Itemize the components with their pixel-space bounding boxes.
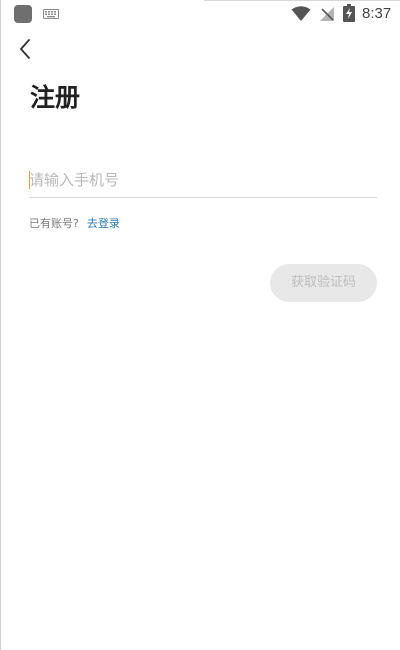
- get-verification-code-button[interactable]: 获取验证码: [270, 264, 377, 302]
- page-title: 注册: [30, 83, 81, 112]
- wifi-icon: [291, 6, 311, 21]
- register-screen: 8:37 注册 已有账号? 去登录 获取验证码: [0, 0, 400, 650]
- text-caret: [29, 171, 30, 189]
- battery-charging-icon: [343, 4, 355, 22]
- app-icon: [14, 5, 32, 23]
- go-login-link[interactable]: 去登录: [87, 217, 120, 230]
- login-prompt: 已有账号? 去登录: [29, 215, 120, 233]
- back-button[interactable]: [13, 36, 39, 62]
- chevron-left-icon[interactable]: [13, 36, 39, 62]
- status-time: 8:37: [362, 5, 392, 22]
- status-bar: 8:37: [1, 0, 400, 28]
- phone-input[interactable]: [29, 164, 377, 196]
- phone-input-container[interactable]: [29, 164, 377, 198]
- keyboard-icon: [43, 9, 59, 19]
- have-account-label: 已有账号?: [29, 217, 79, 230]
- no-signal-icon: [320, 7, 334, 21]
- status-bar-divider: [204, 0, 400, 1]
